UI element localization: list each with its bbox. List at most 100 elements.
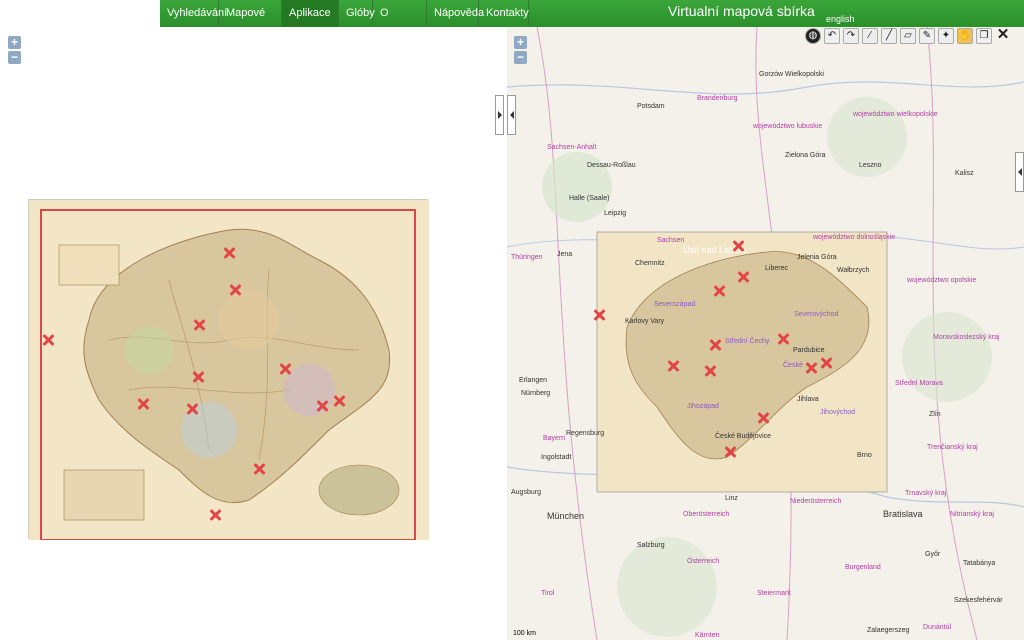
place-label: Wałbrzych	[837, 267, 870, 274]
map-marker[interactable]	[279, 363, 291, 375]
place-label: Nitrianský kraj	[950, 511, 994, 518]
map-marker[interactable]	[704, 365, 716, 377]
map-marker[interactable]	[667, 360, 679, 372]
place-label: województwo opolskie	[907, 277, 977, 284]
map-marker[interactable]	[709, 339, 721, 351]
nav-item-globy[interactable]: Glóby	[339, 0, 375, 27]
map-marker[interactable]	[724, 446, 736, 458]
place-label: Dunántúl	[923, 624, 952, 631]
place-label: Győr	[925, 551, 941, 558]
map-marker[interactable]	[193, 319, 205, 331]
place-label: Střední Morava	[895, 380, 943, 387]
nav-item-aplikace-label: Aplikace	[289, 7, 331, 19]
map-marker[interactable]	[253, 463, 265, 475]
zoom-in-button[interactable]: +	[8, 36, 21, 49]
place-label: Sachsen-Anhalt	[547, 144, 597, 151]
place-label: Zielona Góra	[785, 152, 826, 159]
close-icon[interactable]: ✕	[995, 27, 1011, 44]
map-marker[interactable]	[713, 285, 725, 297]
panel-toggle-handle[interactable]	[507, 95, 516, 135]
place-label: Moravskoslezský kraj	[933, 334, 1000, 341]
place-label: Trnavský kraj	[905, 490, 947, 497]
map-marker[interactable]	[805, 362, 817, 374]
right-map-panel[interactable]: + − Potsdam Brandenburg Gorzów Wielkopol…	[507, 27, 1024, 640]
redo-icon[interactable]: ↷	[843, 28, 859, 44]
map-marker[interactable]	[737, 271, 749, 283]
map-marker[interactable]	[820, 357, 832, 369]
place-label: Jihovýchod	[820, 409, 856, 416]
zoom-out-button[interactable]: −	[8, 51, 21, 64]
nav-item-mapove-sady[interactable]: Mapové sady	[219, 0, 282, 46]
place-label: Halle (Saale)	[569, 195, 610, 202]
place-label: Oberösterreich	[683, 511, 730, 518]
nav-item-vyhledavani[interactable]: Vyhledávání	[160, 0, 227, 27]
place-label: Augsburg	[511, 489, 541, 496]
place-label: München	[547, 511, 585, 521]
map-marker[interactable]	[42, 334, 54, 346]
map-marker[interactable]	[593, 309, 605, 321]
zoom-in-button[interactable]: +	[514, 36, 527, 49]
panel-toggle-handle[interactable]	[495, 95, 504, 135]
map-marker[interactable]	[209, 509, 221, 521]
place-label: České Budějovice	[715, 433, 772, 440]
nav-item-napoveda[interactable]: Nápověda	[427, 0, 484, 27]
place-label: Pardubice	[793, 347, 825, 354]
place-label: Střední Čechy	[725, 338, 770, 345]
map-marker[interactable]	[757, 412, 769, 424]
nav-item-kontakty[interactable]: Kontakty	[479, 0, 529, 27]
language-link[interactable]: english	[826, 14, 855, 24]
place-label: Jelenia Góra	[797, 254, 837, 261]
place-label: Steiermark	[757, 590, 791, 597]
place-label: Kalisz	[955, 170, 974, 177]
scale-bar: 100 km	[513, 630, 536, 637]
area-icon[interactable]: ▱	[900, 28, 916, 44]
map-marker[interactable]	[333, 395, 345, 407]
place-label: Jena	[557, 251, 573, 258]
undo-icon[interactable]: ↶	[824, 28, 840, 44]
place-label: Trenčianský kraj	[927, 444, 978, 451]
navbar-bar: Vyhledávání Mapové sady Aplikace Glóby O…	[160, 0, 1024, 46]
map-marker[interactable]	[732, 240, 744, 252]
place-label: Chemnitz	[635, 260, 665, 267]
place-label: Zlín	[929, 411, 941, 418]
map-marker[interactable]	[316, 400, 328, 412]
place-label: Severovýchod	[794, 311, 839, 318]
place-label: Österreich	[687, 558, 720, 565]
place-label: Leszno	[859, 162, 882, 169]
place-label: Tatabánya	[963, 560, 996, 567]
side-panel-handle[interactable]	[1015, 152, 1024, 192]
copy-icon[interactable]: ❐	[976, 28, 992, 44]
place-label: Burgenland	[845, 564, 881, 571]
place-label: Linz	[725, 495, 738, 502]
map-marker[interactable]	[186, 403, 198, 415]
hand-icon[interactable]: ✋	[957, 28, 973, 44]
place-label: Thüringen	[511, 254, 543, 261]
map-marker[interactable]	[223, 247, 235, 259]
zoom-out-button[interactable]: −	[514, 51, 527, 64]
map-marker[interactable]	[777, 333, 789, 345]
left-map-panel[interactable]: + −	[0, 27, 507, 640]
map-marker[interactable]	[137, 398, 149, 410]
measure-icon[interactable]: ⁄	[862, 28, 878, 44]
old-map-image[interactable]	[28, 199, 429, 541]
edit-icon[interactable]: ✎	[919, 28, 935, 44]
nav-item-o-projektu[interactable]: O projektu	[373, 0, 427, 46]
place-label: Nürnberg	[521, 390, 551, 397]
place-label: Sachsen	[657, 237, 685, 244]
wand-icon[interactable]: ✦	[938, 28, 954, 44]
place-label: województwo dolnośląskie	[813, 234, 896, 241]
place-label: Bratislava	[883, 509, 923, 519]
place-label: województwo wielkopolskie	[853, 111, 938, 118]
scale-bar-label: 100 km	[513, 630, 536, 637]
place-label: Leipzig	[604, 210, 627, 217]
map-marker[interactable]	[192, 371, 204, 383]
place-label: Potsdam	[637, 103, 665, 110]
map-marker[interactable]	[229, 284, 241, 296]
place-label: Bayern	[543, 435, 566, 442]
draw-line-icon[interactable]: ╱	[881, 28, 897, 44]
globe-icon[interactable]: ◍	[805, 28, 821, 44]
place-label: Jihlava	[797, 396, 819, 403]
brand-title[interactable]: Virtualní mapová sbírka	[668, 3, 815, 19]
nav-item-aplikace[interactable]: Aplikace	[282, 0, 339, 43]
place-label: Dessau-Roßlau	[587, 162, 636, 169]
